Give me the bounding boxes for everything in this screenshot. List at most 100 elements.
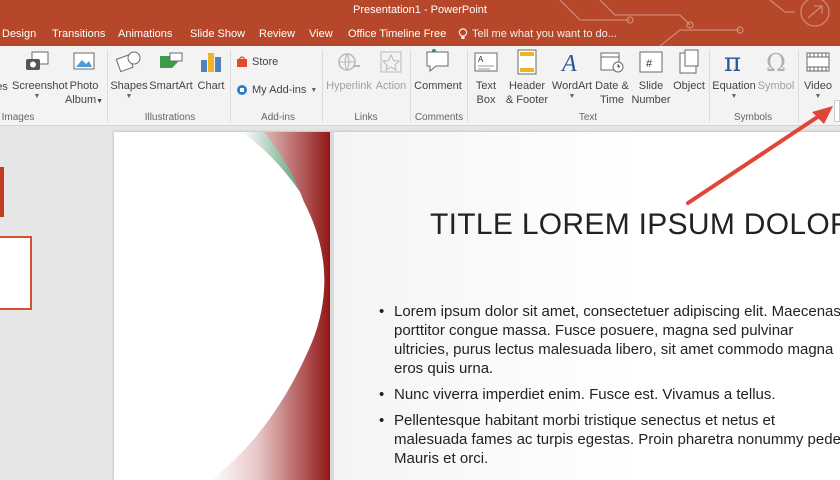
group-label-text: Text bbox=[578, 112, 598, 123]
ribbon-insert: es Screenshot ▼ Photo Album▼ Images Shap… bbox=[0, 46, 840, 126]
group-label-comments: Comments bbox=[414, 112, 464, 123]
header-footer-label-2: & Footer bbox=[505, 94, 549, 106]
group-separator bbox=[322, 50, 323, 122]
slide-number-icon: # bbox=[637, 48, 665, 76]
bullet-item: Pellentesque habitant morbi tristique se… bbox=[376, 411, 840, 468]
slide-number-label-2: Number bbox=[631, 94, 671, 106]
decorative-swoosh bbox=[186, 132, 334, 480]
screenshot-button[interactable]: Screenshot ▼ bbox=[12, 48, 68, 101]
hyperlink-label: Hyperlink bbox=[326, 80, 372, 92]
tab-design[interactable]: Design bbox=[2, 28, 36, 40]
lightbulb-icon bbox=[458, 28, 468, 39]
omega-icon: Ω bbox=[762, 48, 790, 76]
group-label-illustrations: Illustrations bbox=[144, 112, 196, 123]
header-footer-icon bbox=[513, 48, 541, 76]
date-time-label-2: Time bbox=[599, 94, 625, 106]
group-label-links: Links bbox=[354, 112, 378, 123]
svg-text:A: A bbox=[478, 55, 484, 64]
text-box-button[interactable]: A Text Box bbox=[470, 48, 502, 107]
comment-button[interactable]: Comment bbox=[412, 48, 464, 93]
tab-view[interactable]: View bbox=[309, 28, 333, 40]
chevron-down-icon: ▼ bbox=[310, 86, 318, 94]
equation-button[interactable]: π Equation ▼ bbox=[711, 48, 757, 101]
tab-animations[interactable]: Animations bbox=[118, 28, 172, 40]
chart-label: Chart bbox=[197, 80, 225, 92]
group-label-images: Images bbox=[1, 112, 35, 123]
text-box-label-1: Text bbox=[475, 80, 497, 92]
chevron-down-icon: ▼ bbox=[125, 93, 133, 100]
slide-thumbnail-1[interactable] bbox=[0, 167, 4, 217]
group-separator bbox=[467, 50, 468, 122]
screenshot-icon bbox=[23, 48, 51, 76]
text-box-label-2: Box bbox=[476, 94, 496, 106]
comment-label: Comment bbox=[414, 80, 462, 92]
header-footer-label-1: Header bbox=[508, 80, 546, 92]
slide-number-button[interactable]: # Slide Number bbox=[630, 48, 672, 107]
group-separator bbox=[230, 50, 231, 122]
shapes-button[interactable]: Shapes ▼ bbox=[110, 48, 148, 101]
date-time-button[interactable]: Date & Time bbox=[593, 48, 631, 107]
chevron-down-icon: ▼ bbox=[33, 93, 41, 100]
video-icon bbox=[804, 48, 832, 76]
wordart-icon: A bbox=[558, 48, 586, 76]
svg-text:Ω: Ω bbox=[766, 49, 786, 75]
hyperlink-button[interactable]: Hyperlink bbox=[326, 48, 372, 93]
object-label: Object bbox=[673, 80, 705, 92]
video-label: Video bbox=[804, 80, 832, 92]
my-addins-label: My Add-ins bbox=[252, 84, 307, 96]
chevron-down-icon: ▼ bbox=[568, 93, 576, 100]
screenshot-label: Screenshot bbox=[12, 80, 68, 92]
hyperlink-icon bbox=[335, 48, 363, 76]
equation-label: Equation bbox=[712, 80, 756, 92]
chevron-down-icon: ▼ bbox=[730, 93, 738, 100]
pictures-partial-label: es bbox=[0, 81, 8, 93]
calendar-icon bbox=[598, 48, 626, 76]
slide-title[interactable]: TITLE LOREM IPSUM DOLOR bbox=[430, 208, 840, 242]
ribbon-scroll-nub[interactable] bbox=[834, 100, 840, 122]
symbol-button[interactable]: Ω Symbol bbox=[756, 48, 796, 93]
slide-thumbnail-2-selected[interactable] bbox=[0, 236, 32, 310]
date-time-label-1: Date & bbox=[595, 80, 629, 92]
svg-text:#: # bbox=[646, 58, 653, 70]
photo-album-button[interactable]: Photo Album▼ bbox=[64, 48, 104, 109]
pictures-button-partial[interactable]: es bbox=[0, 80, 10, 94]
object-icon bbox=[675, 48, 703, 76]
store-label: Store bbox=[252, 56, 279, 68]
smartart-button[interactable]: SmartArt bbox=[148, 48, 194, 93]
action-button[interactable]: Action bbox=[373, 48, 409, 93]
circuit-pattern-decoration bbox=[559, 0, 830, 46]
bullet-item: Nunc viverra imperdiet enim. Fusce est. … bbox=[376, 385, 840, 404]
slide-canvas[interactable]: TITLE LOREM IPSUM DOLOR Lorem ipsum dolo… bbox=[114, 132, 840, 480]
group-label-addins: Add-ins bbox=[261, 112, 295, 123]
my-addins-button[interactable]: My Add-ins ▼ bbox=[236, 84, 317, 96]
chevron-down-icon: ▼ bbox=[96, 98, 104, 105]
smartart-label: SmartArt bbox=[149, 80, 193, 92]
addins-icon bbox=[237, 85, 247, 95]
photo-album-label-2: Album bbox=[64, 94, 97, 106]
slide-number-label-1: Slide bbox=[638, 80, 664, 92]
object-button[interactable]: Object bbox=[671, 48, 707, 93]
tab-review[interactable]: Review bbox=[259, 28, 295, 40]
slide-bullet-list[interactable]: Lorem ipsum dolor sit amet, consectetuer… bbox=[376, 302, 840, 475]
group-separator bbox=[798, 50, 799, 122]
group-separator bbox=[107, 50, 108, 122]
chart-button[interactable]: Chart bbox=[195, 48, 227, 93]
tab-office-timeline[interactable]: Office Timeline Free bbox=[348, 28, 446, 40]
wordart-button[interactable]: A WordArt ▼ bbox=[550, 48, 594, 101]
bullet-item: Lorem ipsum dolor sit amet, consectetuer… bbox=[376, 302, 840, 378]
svg-text:π: π bbox=[724, 49, 741, 75]
tab-transitions[interactable]: Transitions bbox=[52, 28, 105, 40]
text-box-icon: A bbox=[472, 48, 500, 76]
powerpoint-window: Presentation1 - PowerPoint Design Transi… bbox=[0, 0, 840, 480]
group-separator bbox=[709, 50, 710, 122]
smartart-icon bbox=[157, 48, 185, 76]
shapes-icon bbox=[115, 48, 143, 76]
star-icon bbox=[377, 48, 405, 76]
tab-slide-show[interactable]: Slide Show bbox=[190, 28, 245, 40]
store-button[interactable]: Store bbox=[236, 56, 278, 68]
chart-icon bbox=[197, 48, 225, 76]
photo-album-icon bbox=[70, 48, 98, 76]
video-button[interactable]: Video ▼ bbox=[800, 48, 836, 101]
header-footer-button[interactable]: Header & Footer bbox=[504, 48, 550, 107]
group-label-symbols: Symbols bbox=[733, 112, 773, 123]
